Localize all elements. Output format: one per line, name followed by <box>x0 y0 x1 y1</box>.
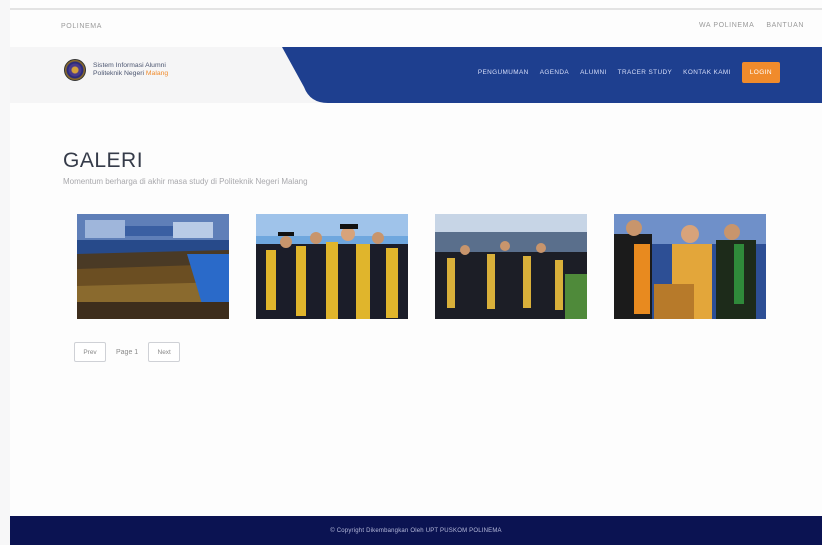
site-title-line1: Sistem Informasi Alumni <box>93 61 166 69</box>
diploma-handover-image <box>614 214 766 319</box>
top-brand: POLINEMA <box>61 23 102 30</box>
top-links: WA POLINEMA BANTUAN <box>699 22 804 29</box>
main-header: Sistem Informasi Alumni Politeknik Neger… <box>10 47 822 103</box>
gallery-photo-2[interactable] <box>256 214 408 319</box>
nav-alumni[interactable]: ALUMNI <box>580 69 607 76</box>
footer: © Copyright Dikembangkan Oleh UPT PUSKOM… <box>10 516 822 545</box>
site-title-line2: Politeknik Negeri Malang <box>93 70 168 79</box>
gallery-photo-4[interactable] <box>614 214 766 319</box>
top-link-wa[interactable]: WA POLINEMA <box>699 22 754 29</box>
site-title-prefix: Politeknik Negeri <box>93 70 146 77</box>
page-indicator: Page 1 <box>116 348 139 356</box>
page-title: GALERI <box>63 149 144 172</box>
site-title: Sistem Informasi Alumni Politeknik Neger… <box>93 62 168 79</box>
gallery-photo-1[interactable] <box>77 214 229 319</box>
graduates-in-line-image <box>256 214 408 319</box>
top-bar: POLINEMA WA POLINEMA BANTUAN <box>10 10 822 44</box>
prev-button[interactable]: Prev <box>74 342 106 362</box>
page-subtitle: Momentum berharga di akhir masa study di… <box>63 177 308 186</box>
top-link-bantuan[interactable]: BANTUAN <box>766 22 804 29</box>
pagination: Prev Page 1 Next <box>74 342 181 362</box>
gallery-photo-3[interactable] <box>435 214 587 319</box>
main-nav: PENGUMUMAN AGENDA ALUMNI TRACER STUDY KO… <box>478 62 780 83</box>
nav-kontak-kami[interactable]: KONTAK KAMI <box>683 69 731 76</box>
gallery-grid <box>77 214 766 319</box>
nav-tracer-study[interactable]: TRACER STUDY <box>618 69 673 76</box>
graduates-procession-image <box>435 214 587 319</box>
login-button[interactable]: LOGIN <box>741 62 780 83</box>
next-button[interactable]: Next <box>148 342 181 362</box>
graduation-hall-image <box>77 214 229 319</box>
nav-agenda[interactable]: AGENDA <box>540 69 569 76</box>
nav-pengumuman[interactable]: PENGUMUMAN <box>478 69 529 76</box>
site-title-highlight: Malang <box>145 70 169 77</box>
site-logo-link[interactable]: Sistem Informasi Alumni Politeknik Neger… <box>64 59 168 81</box>
page: POLINEMA WA POLINEMA BANTUAN Sistem Info… <box>10 0 822 545</box>
footer-copyright: © Copyright Dikembangkan Oleh UPT PUSKOM… <box>330 527 502 534</box>
polinema-logo-icon <box>64 59 86 81</box>
